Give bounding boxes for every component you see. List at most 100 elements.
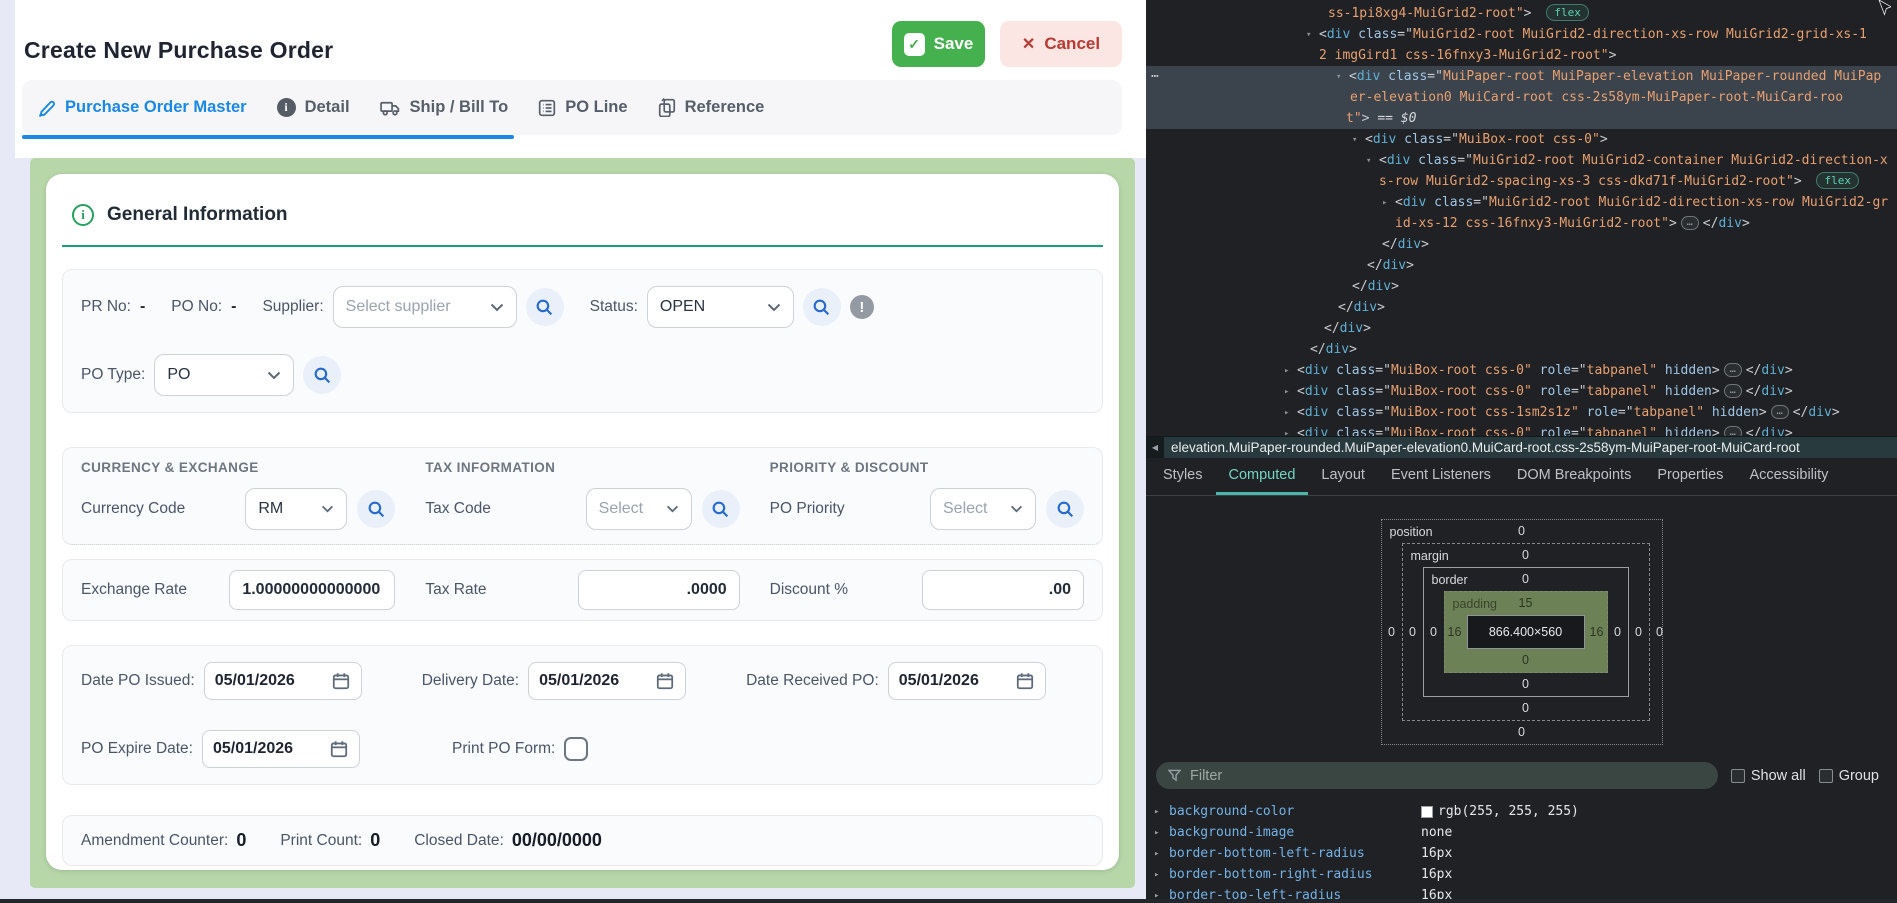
dom-tree-line[interactable]: </div>	[1146, 234, 1897, 255]
dom-tree-line[interactable]: ▾<div class="MuiGrid2-root MuiGrid2-dire…	[1146, 24, 1897, 45]
devtools-tab-accessibility[interactable]: Accessibility	[1736, 458, 1841, 495]
dom-tree-line[interactable]: id-xs-12 css-16fnxy3-MuiGrid2-root">…</d…	[1146, 213, 1897, 234]
dom-tree-line[interactable]: ▸<div class="MuiBox-root css-0" role="ta…	[1146, 423, 1897, 436]
collapse-arrow-icon[interactable]: ▾	[1352, 130, 1365, 151]
expand-arrow-icon[interactable]: ▸	[1284, 382, 1297, 403]
currency-code-select[interactable]: RM	[245, 488, 347, 530]
cancel-button[interactable]: ✕ Cancel	[1000, 21, 1122, 67]
devtools-tab-computed[interactable]: Computed	[1216, 458, 1309, 495]
dom-tree-line[interactable]: er-elevation0 MuiCard-root css-2s58ym-Mu…	[1146, 87, 1897, 108]
collapse-arrow-icon[interactable]: ▾	[1336, 67, 1349, 88]
computed-property-name[interactable]: background-color	[1169, 804, 1421, 819]
print-po-form-checkbox[interactable]	[564, 737, 588, 761]
po-type-select[interactable]: PO	[154, 354, 294, 396]
breadcrumb-selected-node[interactable]: elevation.MuiPaper-rounded.MuiPaper-elev…	[1164, 440, 1800, 455]
supplier-search-button[interactable]	[526, 288, 564, 326]
flex-badge[interactable]: flex	[1816, 172, 1859, 189]
dom-tree-line[interactable]: </div>	[1146, 276, 1897, 297]
date-po-issued-input[interactable]: 05/01/2026	[204, 662, 362, 700]
dom-tree-line[interactable]: ▾<div class="MuiBox-root css-0">	[1146, 129, 1897, 150]
collapse-arrow-icon[interactable]: ▾	[1366, 151, 1379, 172]
expand-arrow-icon[interactable]: ▸	[1284, 361, 1297, 382]
closed-date-value: 00/00/0000	[512, 830, 602, 851]
tab-ship-bill-to[interactable]: Ship / Bill To	[380, 98, 509, 117]
group-checkbox-field[interactable]: Group	[1819, 768, 1879, 784]
expand-arrow-icon[interactable]: ▸	[1284, 424, 1297, 436]
devtools-tab-dom-breakpoints[interactable]: DOM Breakpoints	[1504, 458, 1644, 495]
breadcrumb-scroll-left-button[interactable]: ◀	[1146, 437, 1164, 458]
currency-tax-priority-section: CURRENCY & EXCHANGE Currency Code RM	[62, 447, 1103, 545]
status-search-button[interactable]	[803, 288, 841, 326]
status-warning-icon[interactable]: !	[850, 295, 874, 319]
search-icon	[711, 500, 730, 519]
po-type-label: PO Type:	[81, 366, 145, 384]
color-swatch[interactable]	[1421, 806, 1433, 818]
filter-input[interactable]: Filter	[1156, 762, 1718, 789]
devtools-tab-event-listeners[interactable]: Event Listeners	[1378, 458, 1504, 495]
flex-badge[interactable]: flex	[1546, 4, 1589, 21]
dom-tree-line[interactable]: ▸<div class="MuiBox-root css-0" role="ta…	[1146, 360, 1897, 381]
devtools-tab-styles[interactable]: Styles	[1150, 458, 1216, 495]
tab-reference[interactable]: Reference	[658, 98, 765, 117]
dom-tree-line[interactable]: ▸<div class="MuiBox-root css-0" role="ta…	[1146, 381, 1897, 402]
dom-tree-line[interactable]: t"> == $0	[1146, 108, 1897, 129]
group-checkbox[interactable]	[1819, 769, 1833, 783]
exchange-rate-field: Exchange Rate 1.00000000000000	[81, 570, 395, 610]
expand-arrow-icon[interactable]: ▸	[1382, 193, 1395, 214]
dom-tree-line[interactable]: s-row MuiGrid2-spacing-xs-3 css-dkd71f-M…	[1146, 171, 1897, 192]
expand-children-button[interactable]: …	[1724, 426, 1742, 436]
exchange-rate-input[interactable]: 1.00000000000000	[229, 570, 395, 610]
expand-arrow-icon[interactable]: ▸	[1154, 870, 1169, 880]
pr-no-field: PR No: -	[81, 298, 145, 316]
expand-arrow-icon[interactable]: ▸	[1154, 849, 1169, 859]
tax-rate-input[interactable]: .0000	[578, 570, 740, 610]
tab-detail[interactable]: i Detail	[277, 98, 350, 117]
expand-children-button[interactable]: …	[1771, 405, 1789, 419]
show-all-checkbox-field[interactable]: Show all	[1731, 768, 1806, 784]
dom-tree-line[interactable]: </div>	[1146, 318, 1897, 339]
devtools-tab-properties[interactable]: Properties	[1644, 458, 1736, 495]
dom-tree-line[interactable]: 2 imgGird1 css-16fnxy3-MuiGrid2-root">	[1146, 45, 1897, 66]
po-expire-date-input[interactable]: 05/01/2026	[202, 730, 360, 768]
dom-tree-line[interactable]: ▾<div class="MuiGrid2-root MuiGrid2-cont…	[1146, 150, 1897, 171]
expand-arrow-icon[interactable]: ▸	[1154, 828, 1169, 838]
dom-tree-line[interactable]: ⋯▾<div class="MuiPaper-root MuiPaper-ele…	[1146, 66, 1897, 87]
date-received-po-input[interactable]: 05/01/2026	[888, 662, 1046, 700]
computed-property-name[interactable]: border-bottom-left-radius	[1169, 846, 1421, 861]
filter-placeholder: Filter	[1190, 768, 1222, 784]
page-title: Create New Purchase Order	[24, 37, 333, 64]
expand-children-button[interactable]: …	[1681, 216, 1699, 230]
tab-po-line[interactable]: PO Line	[538, 98, 627, 117]
currency-search-button[interactable]	[357, 490, 395, 528]
dom-tree-line[interactable]: </div>	[1146, 255, 1897, 276]
priority-search-button[interactable]	[1046, 490, 1084, 528]
tax-code-select[interactable]: Select	[586, 488, 692, 530]
show-all-checkbox[interactable]	[1731, 769, 1745, 783]
collapse-arrow-icon[interactable]: ▾	[1306, 25, 1319, 46]
supplier-select[interactable]: Select supplier	[333, 286, 517, 328]
po-type-search-button[interactable]	[303, 356, 341, 394]
discount-input[interactable]: .00	[922, 570, 1084, 610]
computed-property-name[interactable]: background-image	[1169, 825, 1421, 840]
delivery-date-input[interactable]: 05/01/2026	[528, 662, 686, 700]
dom-tree-line[interactable]: </div>	[1146, 339, 1897, 360]
box-model-diagram[interactable]: position 0 0 margin 0 0 border 0	[1381, 519, 1663, 745]
expand-children-button[interactable]: …	[1724, 384, 1742, 398]
selected-node-gutter-icon: ⋯	[1151, 66, 1160, 87]
priority-heading: PRIORITY & DISCOUNT	[770, 460, 1084, 475]
dom-tree-line[interactable]: ▸<div class="MuiGrid2-root MuiGrid2-dire…	[1146, 192, 1897, 213]
tab-purchase-order-master[interactable]: Purchase Order Master	[38, 98, 247, 117]
save-button[interactable]: ✓ Save	[892, 21, 985, 67]
dom-tree-line[interactable]: ▸<div class="MuiBox-root css-1sm2s1z" ro…	[1146, 402, 1897, 423]
dom-tree-line[interactable]: </div>	[1146, 297, 1897, 318]
status-select[interactable]: OPEN	[647, 286, 794, 328]
supplier-placeholder: Select supplier	[346, 298, 451, 316]
expand-arrow-icon[interactable]: ▸	[1284, 403, 1297, 424]
po-priority-select[interactable]: Select	[930, 488, 1036, 530]
dom-tree-line[interactable]: ss-1pi8xg4-MuiGrid2-root"> flex	[1146, 3, 1897, 24]
computed-property-name[interactable]: border-bottom-right-radius	[1169, 867, 1421, 882]
tax-search-button[interactable]	[702, 490, 740, 528]
expand-arrow-icon[interactable]: ▸	[1154, 807, 1169, 817]
expand-children-button[interactable]: …	[1724, 363, 1742, 377]
devtools-tab-layout[interactable]: Layout	[1308, 458, 1378, 495]
